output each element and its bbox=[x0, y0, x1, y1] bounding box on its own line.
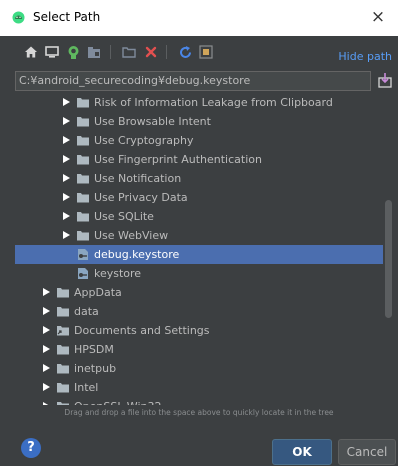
tree-file-item[interactable]: keystore bbox=[15, 264, 383, 283]
expand-arrow-icon[interactable] bbox=[63, 117, 70, 125]
keystore-file-icon bbox=[78, 249, 88, 260]
tree-folder-item[interactable]: Use Notification bbox=[15, 169, 383, 188]
keystore-file-icon bbox=[78, 268, 88, 279]
tree-item-label: OpenSSL-Win32 bbox=[74, 397, 161, 405]
browse-path-icon[interactable] bbox=[377, 71, 393, 89]
folder-icon bbox=[77, 136, 89, 146]
folder-icon bbox=[57, 307, 69, 317]
folder-icon bbox=[57, 364, 69, 374]
tree-item-label: data bbox=[74, 305, 99, 318]
folder-icon bbox=[57, 402, 69, 405]
dialog-title: Select Path bbox=[33, 10, 101, 24]
folder-icon bbox=[57, 288, 69, 298]
expand-arrow-icon[interactable] bbox=[43, 364, 50, 372]
expand-arrow-icon[interactable] bbox=[43, 383, 50, 391]
expand-arrow-icon[interactable] bbox=[43, 326, 50, 334]
folder-icon bbox=[77, 98, 89, 108]
module-icon[interactable] bbox=[86, 44, 102, 60]
tree-folder-item[interactable]: Use Browsable Intent bbox=[15, 112, 383, 131]
tree-item-label: Use SQLite bbox=[94, 210, 154, 223]
expand-arrow-icon[interactable] bbox=[43, 307, 50, 315]
expand-arrow-icon[interactable] bbox=[63, 212, 70, 220]
close-button[interactable]: × bbox=[368, 6, 388, 28]
tree-item-label: Use Fingerprint Authentication bbox=[94, 153, 262, 166]
tree-item-label: Use Cryptography bbox=[94, 134, 194, 147]
hide-path-link[interactable]: Hide path bbox=[338, 50, 392, 63]
cancel-button[interactable]: Cancel bbox=[338, 439, 396, 465]
expand-arrow-icon[interactable] bbox=[43, 288, 50, 296]
path-row: C:¥android_securecoding¥debug.keystore bbox=[15, 71, 395, 91]
tree-item-label: debug.keystore bbox=[94, 248, 180, 261]
tree-folder-item[interactable]: Use SQLite bbox=[15, 207, 383, 226]
tree-item-label: inetpub bbox=[74, 362, 117, 375]
tree-item-label: Use Browsable Intent bbox=[94, 115, 211, 128]
tree-folder-item[interactable]: Intel bbox=[15, 378, 383, 397]
tree-item-label: Use WebView bbox=[94, 229, 169, 242]
folder-icon bbox=[57, 383, 69, 393]
expand-arrow-icon[interactable] bbox=[63, 231, 70, 239]
path-input[interactable]: C:¥android_securecoding¥debug.keystore bbox=[15, 71, 371, 91]
toolbar-separator bbox=[166, 45, 167, 59]
expand-arrow-icon[interactable] bbox=[63, 174, 70, 182]
file-tree[interactable]: Risk of Information Leakage from Clipboa… bbox=[15, 93, 383, 405]
tree-folder-item[interactable]: Documents and Settings bbox=[15, 321, 383, 340]
show-hidden-icon[interactable] bbox=[198, 44, 214, 60]
new-folder-icon[interactable] bbox=[121, 44, 137, 60]
folder-link-icon bbox=[57, 326, 69, 336]
folder-icon bbox=[77, 155, 89, 165]
tree-folder-item[interactable]: Use Privacy Data bbox=[15, 188, 383, 207]
folder-icon bbox=[77, 193, 89, 203]
folder-icon bbox=[77, 212, 89, 222]
expand-arrow-icon[interactable] bbox=[63, 98, 70, 106]
drag-drop-hint: Drag and drop a file into the space abov… bbox=[64, 408, 334, 417]
tree-folder-item[interactable]: inetpub bbox=[15, 359, 383, 378]
tree-item-label: Documents and Settings bbox=[74, 324, 210, 337]
expand-arrow-icon[interactable] bbox=[63, 155, 70, 163]
folder-icon bbox=[77, 174, 89, 184]
tree-item-label: Use Notification bbox=[94, 172, 182, 185]
tree-item-label: AppData bbox=[74, 286, 122, 299]
tree-folder-item[interactable]: HPSDM bbox=[15, 340, 383, 359]
tree-folder-item[interactable]: Risk of Information Leakage from Clipboa… bbox=[15, 93, 383, 112]
tree-folder-item[interactable]: Use Cryptography bbox=[15, 131, 383, 150]
tree-item-label: Use Privacy Data bbox=[94, 191, 188, 204]
toolbar: Hide path bbox=[0, 36, 398, 68]
tree-folder-item[interactable]: data bbox=[15, 302, 383, 321]
folder-icon bbox=[77, 231, 89, 241]
tree-scrollbar[interactable] bbox=[385, 200, 392, 318]
home-icon[interactable] bbox=[23, 44, 39, 60]
tree-item-label: keystore bbox=[94, 267, 142, 280]
tree-file-item[interactable]: debug.keystore bbox=[15, 245, 383, 264]
desktop-icon[interactable] bbox=[44, 44, 60, 60]
tree-item-label: HPSDM bbox=[74, 343, 114, 356]
ok-button[interactable]: OK bbox=[272, 439, 332, 465]
expand-arrow-icon[interactable] bbox=[63, 136, 70, 144]
folder-icon bbox=[77, 117, 89, 127]
delete-icon[interactable] bbox=[143, 44, 159, 60]
project-icon[interactable] bbox=[65, 44, 81, 60]
expand-arrow-icon[interactable] bbox=[43, 402, 50, 405]
toolbar-separator bbox=[110, 45, 111, 59]
tree-folder-item[interactable]: Use Fingerprint Authentication bbox=[15, 150, 383, 169]
help-button[interactable]: ? bbox=[21, 438, 41, 458]
tree-item-label: Intel bbox=[74, 381, 99, 394]
refresh-icon[interactable] bbox=[177, 44, 193, 60]
tree-item-label: Risk of Information Leakage from Clipboa… bbox=[94, 96, 333, 109]
tree-folder-item[interactable]: OpenSSL-Win32 bbox=[15, 397, 383, 405]
expand-arrow-icon[interactable] bbox=[63, 193, 70, 201]
tree-folder-item[interactable]: AppData bbox=[15, 283, 383, 302]
title-bar: Select Path × bbox=[0, 0, 398, 36]
tree-folder-item[interactable]: Use WebView bbox=[15, 226, 383, 245]
expand-arrow-icon[interactable] bbox=[43, 345, 50, 353]
android-studio-icon bbox=[12, 11, 25, 24]
folder-icon bbox=[57, 345, 69, 355]
